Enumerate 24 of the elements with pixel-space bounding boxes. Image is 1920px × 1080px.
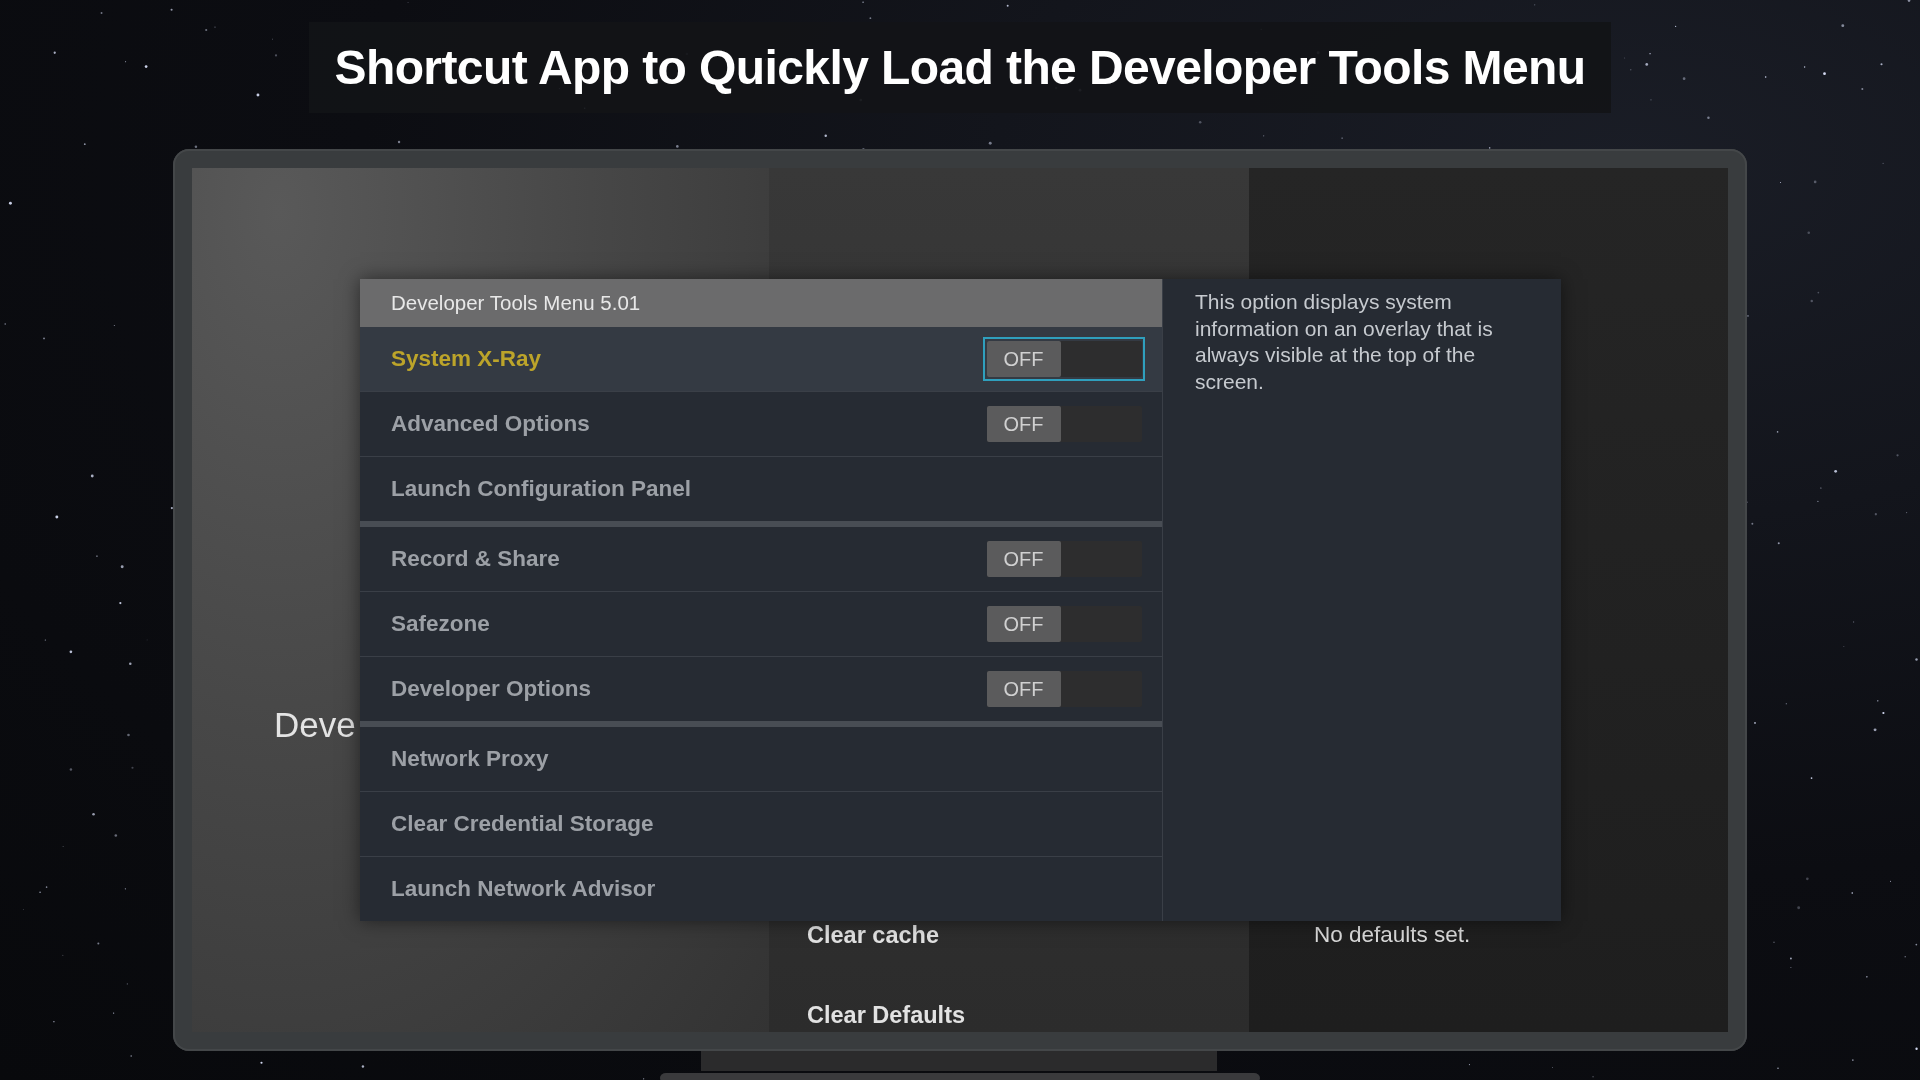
menu-item[interactable]: Launch Network Advisor [360,857,1162,921]
settings-menu-item[interactable]: Clear Defaults [807,1001,966,1029]
menu-item-label: Record & Share [391,546,560,572]
toggle-switch[interactable]: OFF [983,337,1145,381]
defaults-note: No defaults set. [1314,921,1471,949]
menu-item[interactable]: Safezone OFF [360,592,1162,657]
dialog-title: Developer Tools Menu 5.01 [360,279,1162,327]
settings-menu-item[interactable]: Clear cache [807,921,939,949]
menu-item-label: Developer Options [391,676,592,702]
page-title: Shortcut App to Quickly Load the Developer Tools Menu [308,22,1612,113]
menu-item[interactable]: Network Proxy [360,727,1162,792]
menu-item-label: Network Proxy [391,746,549,772]
menu-item[interactable]: Clear Credential Storage [360,792,1162,857]
screen-heading: Deve [274,704,356,746]
menu-item-label: Safezone [391,611,490,637]
menu-item[interactable]: System X-Ray OFF [360,327,1162,392]
menu-item-label: System X-Ray [391,346,542,372]
option-description: This option displays system information on an overlay that is always visible at the top of the screen. [1195,289,1494,395]
menu-item-label: Clear Credential Storage [391,811,654,837]
menu-item[interactable]: Record & Share OFF [360,527,1162,592]
menu-item-label: Launch Configuration Panel [391,476,691,502]
menu-item[interactable]: Advanced Options OFF [360,392,1162,457]
menu-item-label: Advanced Options [391,411,590,437]
menu-item-label: Launch Network Advisor [391,876,656,902]
